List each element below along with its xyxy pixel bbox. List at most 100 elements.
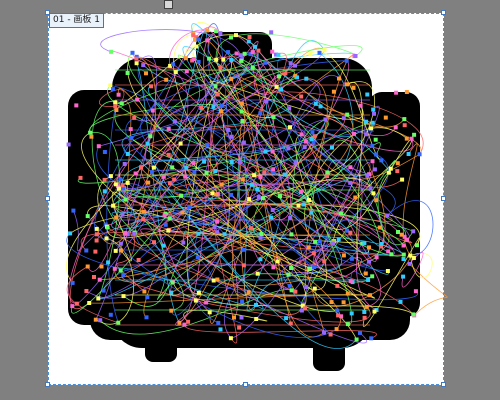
anchor-point [341, 300, 346, 305]
anchor-point [256, 195, 261, 199]
anchor-point [229, 192, 234, 197]
anchor-point [151, 165, 156, 170]
anchor-point [322, 48, 327, 53]
anchor-point [171, 62, 176, 67]
anchor-point [317, 50, 322, 55]
anchor-point [395, 161, 400, 166]
rotation-handle[interactable] [164, 0, 173, 9]
anchor-point [287, 106, 292, 111]
anchor-point [119, 101, 124, 106]
anchor-point [183, 174, 188, 179]
anchor-point [93, 317, 98, 322]
artboard-name-tag[interactable]: 01 - 画板 1 [49, 13, 105, 28]
anchor-point [247, 197, 252, 202]
anchor-point [371, 107, 376, 112]
anchor-point [84, 289, 89, 293]
anchor-point [211, 104, 216, 109]
anchor-point [116, 320, 121, 325]
anchor-point [263, 60, 268, 65]
anchor-point [304, 285, 309, 290]
resize-handle-top-right[interactable] [441, 10, 446, 15]
resize-handle-bottom-right[interactable] [441, 382, 446, 387]
anchor-point [196, 37, 201, 42]
anchor-point [192, 170, 197, 175]
anchor-point [207, 310, 212, 315]
anchor-point [186, 319, 191, 324]
anchor-point [258, 111, 263, 116]
anchor-point [114, 108, 119, 112]
anchor-point [102, 189, 107, 194]
anchor-point [170, 280, 175, 285]
anchor-point [74, 103, 79, 108]
anchor-point [255, 271, 260, 276]
canvas-area[interactable]: 01 - 画板 1 [0, 0, 500, 400]
anchor-point [68, 231, 73, 236]
anchor-point [173, 70, 178, 75]
anchor-point [247, 35, 252, 39]
anchor-point [394, 90, 399, 95]
anchor-point [219, 104, 224, 108]
anchor-point [226, 50, 231, 55]
anchor-point [110, 87, 115, 92]
anchor-point [288, 215, 293, 220]
anchor-point [196, 290, 201, 295]
anchor-point [179, 193, 184, 198]
anchor-point [122, 162, 127, 166]
anchor-point [180, 210, 185, 215]
anchor-point [134, 61, 139, 66]
anchor-point [169, 290, 174, 295]
anchor-point [341, 116, 346, 121]
anchor-point [287, 283, 292, 288]
anchor-point [400, 177, 405, 182]
anchor-point [97, 277, 102, 282]
anchor-point [240, 299, 245, 304]
backpack-artwork[interactable] [0, 0, 500, 400]
anchor-point [351, 85, 356, 90]
anchor-point [255, 187, 260, 192]
resize-handle-top-left[interactable] [45, 10, 50, 15]
anchor-point [329, 300, 334, 305]
anchor-point [399, 232, 404, 237]
anchor-point [141, 217, 146, 222]
anchor-point [415, 243, 419, 248]
resize-handle-middle-left[interactable] [45, 196, 50, 201]
anchor-point [306, 245, 311, 250]
anchor-point [271, 265, 276, 270]
anchor-point [250, 50, 255, 55]
resize-handle-middle-right[interactable] [441, 196, 446, 201]
anchor-point [309, 137, 314, 141]
anchor-point [284, 316, 289, 321]
anchor-point [286, 272, 291, 277]
anchor-point [212, 225, 217, 230]
anchor-point [296, 203, 301, 208]
anchor-point [228, 336, 233, 341]
resize-handle-top-center[interactable] [243, 10, 248, 15]
anchor-point [113, 100, 118, 105]
anchor-point [222, 232, 227, 237]
anchor-point [383, 115, 388, 120]
anchor-point [254, 302, 258, 307]
anchor-point [193, 298, 198, 303]
resize-handle-bottom-center[interactable] [243, 382, 248, 387]
anchor-point [299, 94, 304, 99]
anchor-point [219, 182, 224, 187]
anchor-point [116, 186, 121, 191]
anchor-point [141, 209, 146, 214]
anchor-point [379, 242, 384, 246]
anchor-point [366, 278, 371, 282]
anchor-point [307, 198, 311, 203]
resize-handle-bottom-left[interactable] [45, 382, 50, 387]
anchor-point [121, 272, 126, 277]
anchor-point [370, 274, 375, 279]
anchor-point [96, 296, 101, 301]
anchor-point [111, 203, 116, 208]
anchor-point [353, 195, 358, 200]
anchor-point [85, 214, 90, 219]
anchor-point [407, 261, 412, 266]
anchor-point [393, 125, 398, 130]
anchor-point [205, 142, 210, 147]
anchor-point [259, 232, 264, 236]
anchor-point [348, 230, 353, 235]
anchor-point [121, 294, 126, 299]
anchor-point [120, 183, 125, 188]
